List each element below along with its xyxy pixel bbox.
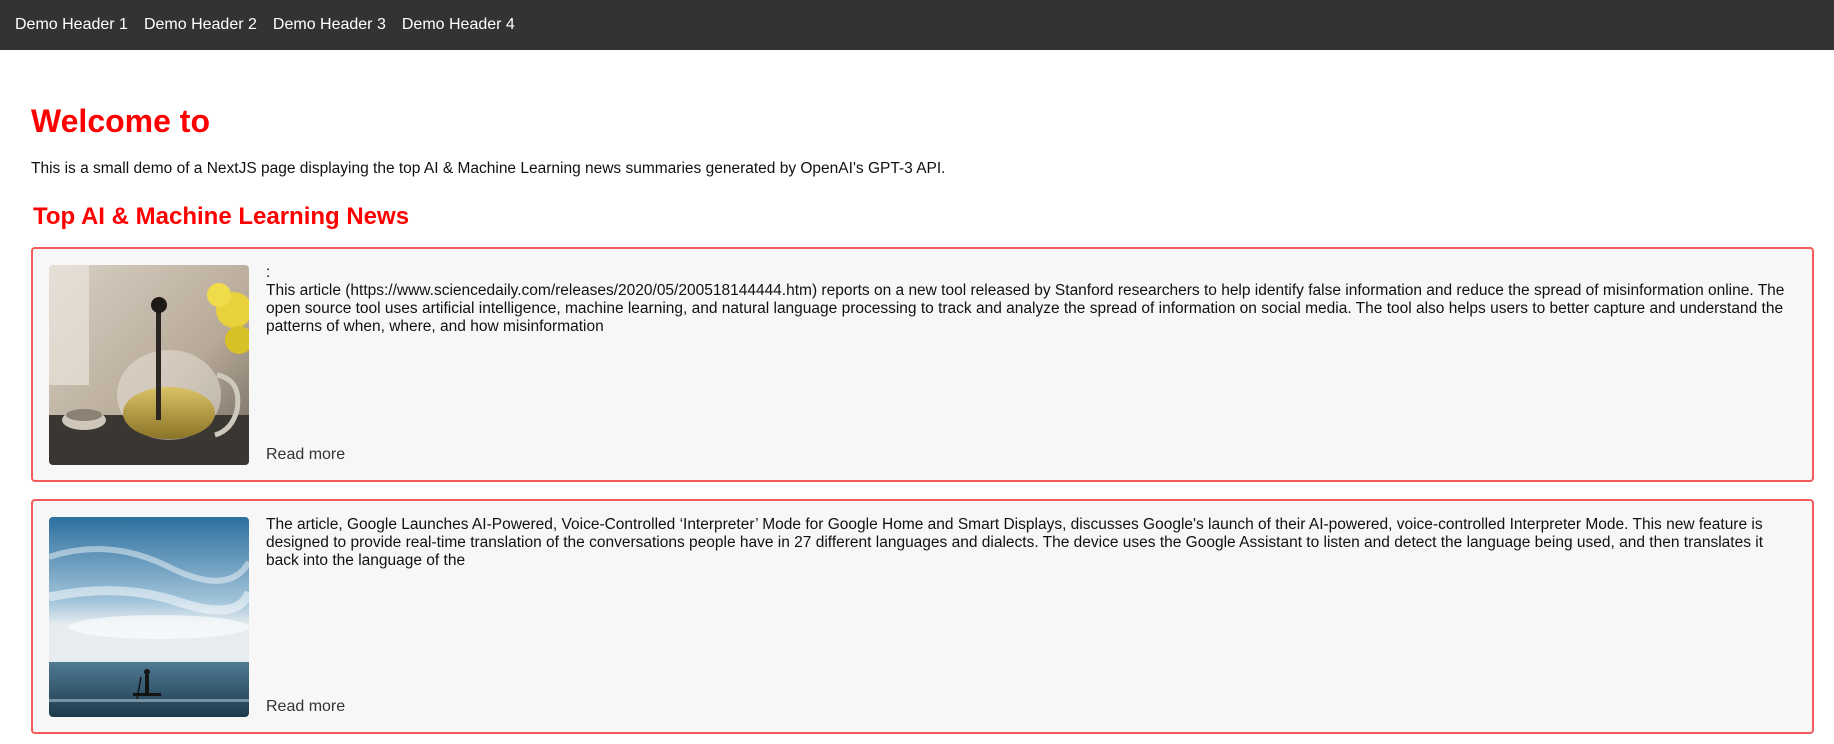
- news-article-card: The article, Google Launches AI-Powered,…: [31, 499, 1814, 734]
- article-text: : This article (https://www.sciencedaily…: [266, 264, 1798, 336]
- sea-surfer-photo-image: [49, 517, 249, 717]
- page-title: Welcome to: [31, 103, 210, 139]
- top-navigation: Demo Header 1 Demo Header 2 Demo Header …: [0, 0, 1834, 50]
- nav-item-demo-header-2[interactable]: Demo Header 2: [144, 0, 257, 50]
- nav-item-demo-header-4[interactable]: Demo Header 4: [402, 0, 515, 50]
- nav-item-demo-header-1[interactable]: Demo Header 1: [15, 0, 128, 50]
- read-more-link[interactable]: Read more: [266, 698, 345, 716]
- intro-text: This is a small demo of a NextJS page di…: [31, 160, 946, 177]
- nav-item-demo-header-3[interactable]: Demo Header 3: [273, 0, 386, 50]
- news-article-card: : This article (https://www.sciencedaily…: [31, 247, 1814, 482]
- read-more-link[interactable]: Read more: [266, 446, 345, 464]
- news-section-heading: Top AI & Machine Learning News: [33, 203, 410, 230]
- main-content: Welcome to This is a small demo of a Nex…: [31, 50, 1814, 734]
- article-summary: The article, Google Launches AI-Powered,…: [266, 516, 1764, 569]
- sea-surfer-photo-icon: [49, 517, 249, 717]
- teapot-photo-icon: [49, 265, 249, 465]
- article-summary: This article (https://www.sciencedaily.c…: [266, 282, 1785, 335]
- teapot-photo-image: [49, 265, 249, 465]
- article-title: :: [266, 264, 271, 281]
- article-text: The article, Google Launches AI-Powered,…: [266, 516, 1798, 570]
